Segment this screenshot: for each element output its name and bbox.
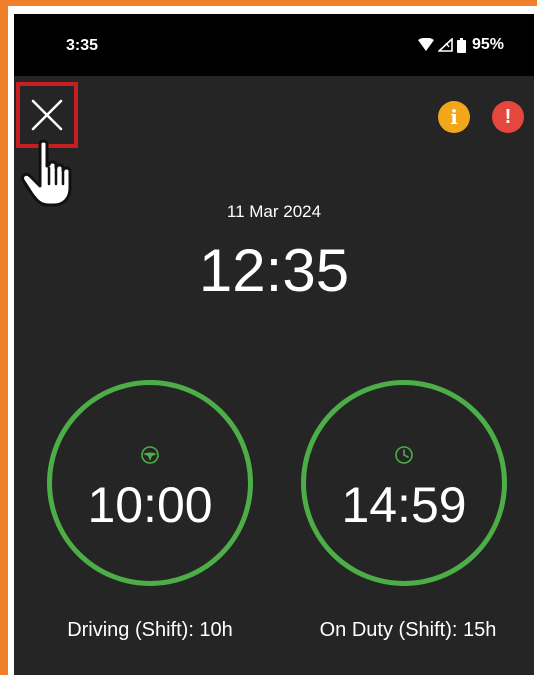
- battery-icon: [456, 37, 466, 53]
- info-button[interactable]: i: [438, 101, 470, 133]
- status-icons: 95%: [417, 36, 504, 54]
- driving-timer-ring: 10:00: [47, 380, 253, 586]
- status-time: 3:35: [66, 37, 99, 54]
- driving-shift-label: Driving (Shift): 10h: [67, 619, 233, 641]
- on-duty-time-remaining: 14:59: [341, 477, 467, 533]
- info-icon: i: [450, 105, 458, 129]
- on-duty-timer-ring: 14:59: [301, 380, 507, 586]
- current-date: 11 Mar 2024: [226, 202, 322, 221]
- driving-time-remaining: 10:00: [87, 477, 213, 533]
- close-icon: [31, 99, 63, 131]
- app-screen: 3:35 95% i ! 11 Mar 2024 12:35 10:00 14:…: [14, 14, 534, 675]
- signal-icon: [437, 38, 453, 52]
- alert-button[interactable]: !: [492, 101, 524, 133]
- wifi-icon: [417, 38, 434, 51]
- alert-icon: !: [504, 105, 512, 128]
- battery-percentage: 95%: [471, 36, 504, 53]
- hand-pointer-cursor-icon: [21, 139, 72, 207]
- steering-wheel-icon: [141, 446, 159, 464]
- clock-icon: [395, 446, 413, 464]
- on-duty-shift-label: On Duty (Shift): 15h: [319, 619, 497, 641]
- current-time: 12:35: [198, 237, 350, 304]
- status-bar: 3:35 95%: [14, 14, 534, 76]
